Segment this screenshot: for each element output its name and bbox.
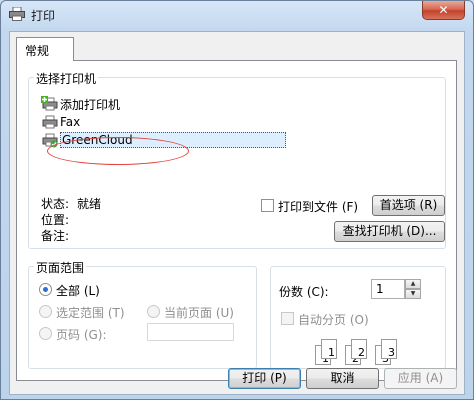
highlight-ellipse-annotation xyxy=(47,137,189,165)
selection-radio[interactable] xyxy=(39,305,52,318)
copies-input[interactable]: 1 xyxy=(371,279,405,299)
printer-icon xyxy=(9,7,25,21)
location-label: 位置: xyxy=(41,213,70,227)
find-printer-button[interactable]: 查找打印机 (D)... xyxy=(334,221,445,242)
page-range-label: 页面范围 xyxy=(34,259,87,276)
copies-stepper: ▲ ▼ xyxy=(405,279,421,299)
page-range-group: 页面范围 全部 (L) 选定范围 (T) 当前页面 (U) 页码 (G): xyxy=(28,259,257,369)
select-printer-label: 选择打印机 xyxy=(34,70,99,87)
collate-label: 自动分页 (O) xyxy=(298,313,369,327)
apply-button[interactable]: 应用 (A) xyxy=(384,368,457,389)
pages-radio[interactable] xyxy=(39,327,52,340)
comment-label: 备注: xyxy=(41,229,70,243)
title-bar[interactable]: 打印 ✕ xyxy=(1,1,473,27)
copies-group: 份数 (C): 1 ▲ ▼ 自动分页 (O) 1 1 2 2 3 3 xyxy=(270,266,446,369)
spin-down-arrow-icon[interactable]: ▼ xyxy=(405,289,421,299)
tab-general[interactable]: 常规 xyxy=(16,37,74,61)
all-pages-radio[interactable] xyxy=(39,283,52,296)
pages-label: 页码 (G): xyxy=(56,328,107,342)
close-button[interactable]: ✕ xyxy=(422,1,465,20)
pages-input[interactable] xyxy=(147,323,234,341)
fax-printer-icon xyxy=(42,115,58,129)
copies-label: 份数 (C): xyxy=(279,285,329,299)
print-to-file-checkbox[interactable] xyxy=(261,199,274,212)
status-label: 状态: xyxy=(41,197,70,211)
printer-name: 添加打印机 xyxy=(60,97,121,112)
select-printer-group: 选择打印机 添加打印机 Fax GreenCloud 状态: 就绪 位置: 备注… xyxy=(28,70,446,249)
current-page-label: 当前页面 (U) xyxy=(164,306,234,320)
printer-item-add[interactable]: 添加打印机 xyxy=(41,95,301,113)
preferences-button[interactable]: 首选项 (R) xyxy=(372,195,445,216)
window-title: 打印 xyxy=(31,9,56,23)
status-value: 就绪 xyxy=(77,197,102,211)
print-dialog-window: 打印 ✕ 常规 选择打印机 添加打印机 Fax GreenCloud 状态: 就… xyxy=(0,0,474,400)
print-to-file-label: 打印到文件 (F) xyxy=(278,200,359,214)
printer-item-fax[interactable]: Fax xyxy=(41,113,301,131)
current-page-radio[interactable] xyxy=(147,305,160,318)
general-tab-panel: 选择打印机 添加打印机 Fax GreenCloud 状态: 就绪 位置: 备注… xyxy=(16,60,457,381)
all-pages-label: 全部 (L) xyxy=(56,284,100,298)
collate-illustration-icon: 1 1 2 2 3 3 xyxy=(315,337,425,367)
collate-checkbox[interactable] xyxy=(281,312,294,325)
dialog-body: 常规 选择打印机 添加打印机 Fax GreenCloud 状态: 就绪 位置:… xyxy=(9,31,465,395)
print-button[interactable]: 打印 (P) xyxy=(228,368,301,389)
add-printer-icon xyxy=(41,96,58,111)
printer-name: Fax xyxy=(60,115,81,129)
selection-label: 选定范围 (T) xyxy=(56,306,125,320)
spin-up-arrow-icon[interactable]: ▲ xyxy=(405,279,421,289)
cancel-button[interactable]: 取消 xyxy=(306,368,379,389)
